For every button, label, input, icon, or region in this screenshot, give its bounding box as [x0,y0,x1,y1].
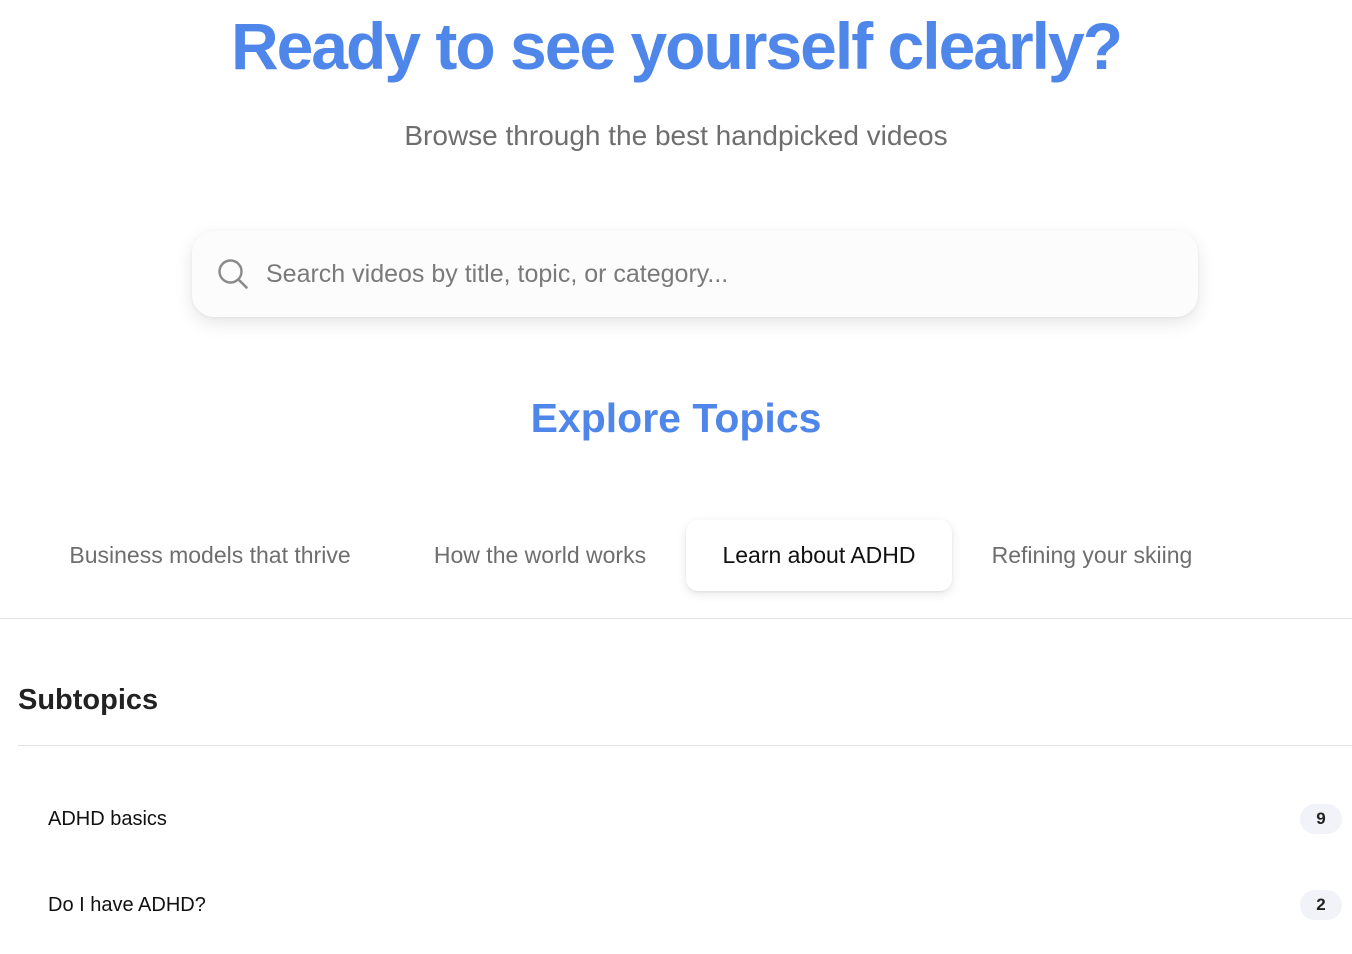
tab-label: How the world works [433,542,647,568]
subtopic-item-do-i-have-adhd[interactable]: Do I have ADHD? 2 [0,875,1352,935]
tabs-divider [0,618,1352,619]
search-input[interactable] [266,259,1174,289]
tab-how-the-world-works[interactable]: How the world works [400,520,680,591]
hero-subtitle: Browse through the best handpicked video… [404,120,948,151]
subtopic-item-adhd-basics[interactable]: ADHD basics 9 [0,789,1352,849]
page: Ready to see yourself clearly? Browse th… [0,0,1352,954]
subtopic-count-badge: 2 [1300,890,1342,920]
tab-refining-your-skiing[interactable]: Refining your skiing [962,520,1222,591]
topic-tabs: Business models that thrive How the worl… [0,520,1352,592]
search-icon [216,257,250,291]
hero-title: Ready to see yourself clearly? [230,9,1123,83]
tab-label: Refining your skiing [991,542,1193,568]
subtopic-label: Do I have ADHD? [48,893,206,916]
tab-learn-about-adhd[interactable]: Learn about ADHD [686,520,952,591]
subtopics-heading: Subtopics [18,684,159,716]
tab-business-models[interactable]: Business models that thrive [30,520,390,591]
subtopic-label: ADHD basics [48,807,167,830]
tab-label: Business models that thrive [69,542,351,568]
subtopic-count-badge: 9 [1300,804,1342,834]
search-bar[interactable] [192,231,1198,317]
explore-topics-title: Explore Topics [530,395,822,441]
tab-label: Learn about ADHD [722,542,916,568]
subtopics-divider [18,745,1352,746]
